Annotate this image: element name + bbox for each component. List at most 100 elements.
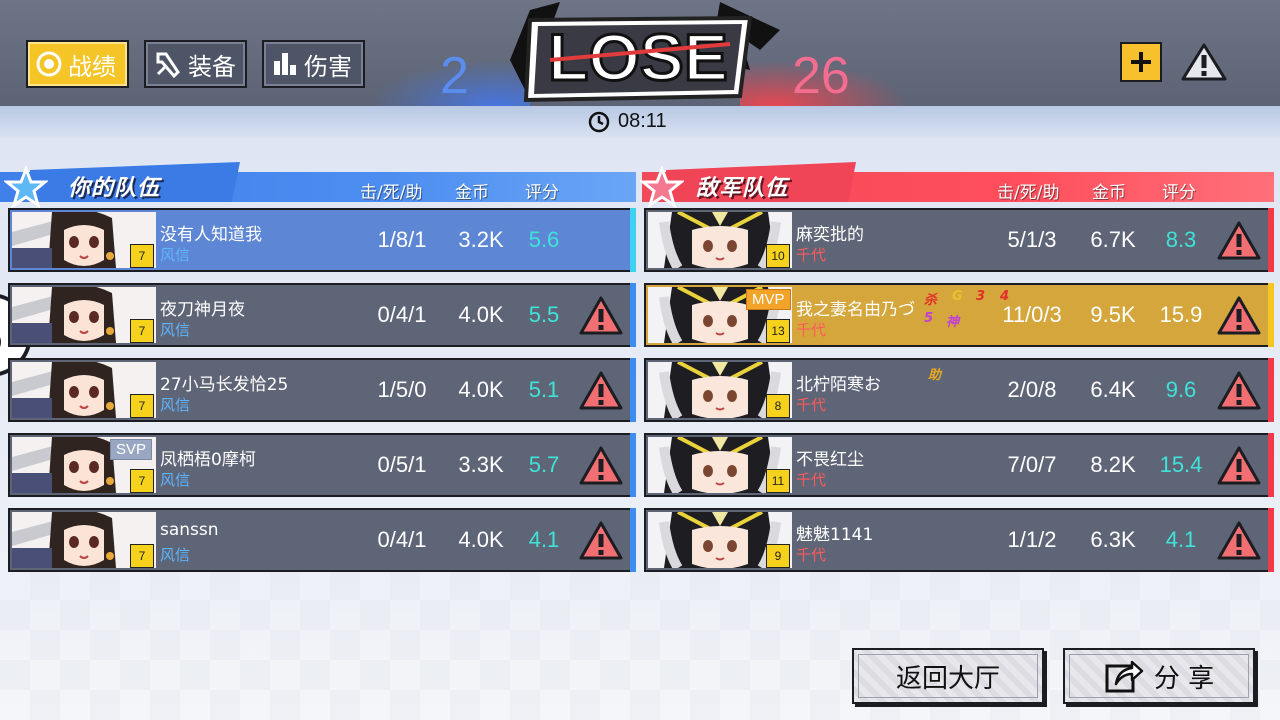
player-rating: 4.1 — [528, 527, 560, 552]
hero-name: 风信 — [160, 471, 191, 489]
player-name: 魅魅1141 — [796, 525, 874, 545]
hero-level-badge: 9 — [766, 544, 790, 568]
ally-team-title: 你的队伍 — [68, 176, 161, 201]
report-player-button[interactable] — [578, 520, 624, 562]
enemy-player-row[interactable]: 8 北柠陌寒お 千代 2/0/8 6.4K 9.6 助 — [644, 358, 1274, 422]
hero-name: 千代 — [796, 471, 827, 489]
tab-damage[interactable]: 伤害 — [262, 40, 365, 88]
report-player-button[interactable] — [578, 370, 624, 412]
share-button[interactable]: 分 享 — [1063, 648, 1255, 704]
report-player-button[interactable] — [1216, 220, 1262, 262]
hero-name: 风信 — [160, 396, 191, 414]
enemy-kda-header: 击/死/助 — [997, 183, 1060, 203]
add-friend-button[interactable] — [1120, 42, 1162, 82]
player-kda: 2/0/8 — [1007, 377, 1057, 402]
plus-icon — [1131, 52, 1151, 72]
player-gold: 3.3K — [458, 452, 504, 477]
player-name: 我之妻名由乃づ — [796, 300, 915, 320]
row-edge — [630, 208, 636, 272]
report-player-button[interactable] — [1216, 370, 1262, 412]
player-kda: 7/0/7 — [1007, 452, 1057, 477]
player-gold: 6.3K — [1090, 527, 1136, 552]
clock-icon — [588, 111, 610, 132]
record-icon — [36, 51, 62, 77]
warning-icon — [578, 296, 624, 341]
hero-name: 风信 — [160, 321, 191, 339]
ally-player-row[interactable]: 7 夜刀神月夜 风信 0/4/1 4.0K 5.5 — [8, 283, 636, 347]
hero-level-badge: 10 — [766, 244, 790, 268]
achievement-icon: 4 — [1000, 289, 1010, 304]
player-name: 北柠陌寒お — [796, 375, 881, 395]
report-button[interactable] — [1180, 42, 1228, 82]
match-timer: 08:11 — [588, 110, 667, 133]
ally-player-row[interactable]: 7 没有人知道我 风信 1/8/1 3.2K 5.6 — [8, 208, 636, 272]
hero-name: 风信 — [160, 546, 191, 564]
hero-level-badge: 7 — [130, 319, 154, 343]
tab-record[interactable]: 战绩 — [26, 40, 129, 88]
player-name: 没有人知道我 — [160, 225, 262, 245]
enemy-player-row[interactable]: 9 魅魅1141 千代 1/1/2 6.3K 4.1 — [644, 508, 1274, 572]
hero-name: 千代 — [796, 396, 827, 414]
player-kda: 1/5/0 — [377, 377, 427, 402]
warning-icon — [1216, 221, 1262, 266]
ally-player-row[interactable]: 7 27小马长发恰25 风信 1/5/0 4.0K 5.1 — [8, 358, 636, 422]
svg-text:5: 5 — [0, 313, 2, 362]
return-lobby-label: 返回大厅 — [895, 663, 1000, 694]
ally-gold-header: 金币 — [455, 183, 489, 203]
warning-icon — [1216, 521, 1262, 566]
warning-icon — [578, 371, 624, 416]
ally-kda-header: 击/死/助 — [360, 183, 423, 203]
warning-icon — [578, 446, 624, 491]
report-player-button[interactable] — [578, 445, 624, 487]
warning-icon — [1216, 371, 1262, 416]
tab-equipment-label: 装备 — [188, 52, 236, 81]
player-name: 麻奕批的 — [796, 225, 864, 245]
mvp-badge: MVP — [746, 289, 791, 310]
ally-rating-header: 评分 — [525, 183, 559, 203]
enemy-player-row[interactable]: 10 麻奕批的 千代 5/1/3 6.7K 8.3 — [644, 208, 1274, 272]
ally-player-row[interactable]: 7 sanssn 风信 0/4/1 4.0K 4.1 — [8, 508, 636, 572]
enemy-team-title: 敌军队伍 — [696, 176, 789, 201]
player-name: 27小马长发恰25 — [160, 375, 289, 395]
player-name: 夜刀神月夜 — [160, 300, 245, 320]
damage-chart-icon — [274, 53, 296, 75]
player-gold: 8.2K — [1090, 452, 1136, 477]
player-rating: 5.5 — [528, 302, 560, 327]
report-player-button[interactable] — [578, 295, 624, 337]
hero-name: 千代 — [796, 546, 827, 564]
tab-equipment[interactable]: 装备 — [144, 40, 247, 88]
red-team-score: 26 — [792, 47, 850, 105]
player-rating: 5.6 — [528, 227, 560, 252]
ally-star-icon — [4, 166, 48, 209]
report-player-button[interactable] — [1216, 445, 1262, 487]
player-gold: 4.0K — [458, 527, 504, 552]
player-rating: 15.4 — [1159, 452, 1203, 477]
player-gold: 6.7K — [1090, 227, 1136, 252]
return-lobby-button[interactable]: 返回大厅 — [852, 648, 1044, 704]
warning-icon — [1216, 296, 1262, 341]
report-player-button[interactable] — [1216, 520, 1262, 562]
hero-level-badge: 7 — [130, 244, 154, 268]
player-kda: 0/4/1 — [377, 527, 427, 552]
enemy-player-row[interactable]: 11 不畏红尘 千代 7/0/7 8.2K 15.4 — [644, 433, 1274, 497]
ally-player-row[interactable]: 7 SVP 凤栖梧0摩柯 风信 0/5/1 3.3K 5.7 — [8, 433, 636, 497]
player-rating: 9.6 — [1165, 377, 1197, 402]
player-kda: 1/1/2 — [1007, 527, 1057, 552]
row-edge — [630, 283, 636, 347]
hero-level-badge: 8 — [766, 394, 790, 418]
report-player-button[interactable] — [1216, 295, 1262, 337]
player-name: sanssn — [160, 520, 219, 540]
row-edge — [1268, 208, 1274, 272]
row-edge — [1268, 283, 1274, 347]
enemy-gold-header: 金币 — [1092, 183, 1126, 203]
player-kda: 5/1/3 — [1007, 227, 1057, 252]
player-gold: 3.2K — [458, 227, 504, 252]
tab-record-label: 战绩 — [68, 52, 116, 81]
row-edge — [1268, 508, 1274, 572]
player-gold: 4.0K — [458, 302, 504, 327]
row-edge — [630, 358, 636, 422]
player-kda: 11/0/3 — [1002, 302, 1062, 327]
hero-level-badge: 13 — [766, 319, 790, 343]
enemy-player-row[interactable]: 13 MVP 我之妻名由乃づ 千代 11/0/3 9.5K 15.9 杀 G 3 4 5 神 — [644, 283, 1274, 347]
hero-level-badge: 7 — [130, 394, 154, 418]
